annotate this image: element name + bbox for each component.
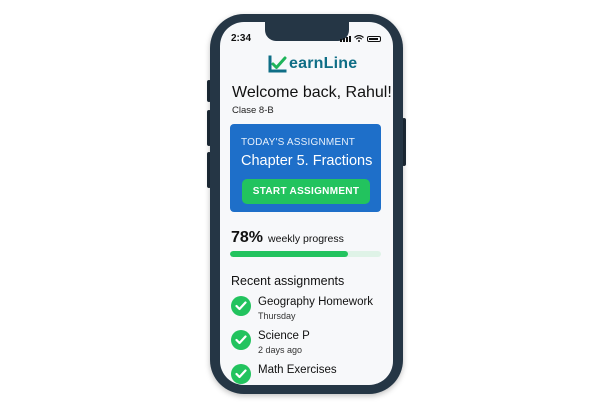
list-item[interactable]: Math Exercises (231, 362, 386, 385)
weekly-progress-row: 78% weekly progress (231, 229, 344, 247)
class-label: Clase 8-B (232, 105, 274, 116)
app-logo: earnLine (268, 54, 357, 74)
stage: 2:34 earnLine Welcome back, Rahul! Clase… (0, 0, 612, 408)
progress-percent: 78% (231, 229, 264, 246)
progress-bar-fill (230, 251, 348, 257)
assignment-title: Geography Homework (258, 296, 374, 308)
check-circle-icon (231, 296, 251, 316)
assignment-title: Science P (258, 330, 310, 342)
check-circle-icon (231, 364, 251, 384)
phone-notch (265, 22, 349, 41)
card-title: TODAY'S ASSIGNMENT (241, 137, 356, 148)
assignment-date: Thursday (258, 311, 296, 321)
wifi-icon (354, 35, 364, 42)
recent-assignments-heading: Recent assignments (231, 274, 345, 288)
progress-label: weekly progress (268, 233, 344, 245)
check-circle-icon (231, 330, 251, 350)
recent-assignments-list: Geography Homework Thursday Science P 2 … (231, 294, 386, 385)
signal-icon (340, 36, 351, 42)
check-l-icon (268, 55, 287, 73)
assignment-date: 2 days ago (258, 345, 303, 355)
assignment-chapter: Chapter 5. Fractions (241, 153, 373, 169)
welcome-heading: Welcome back, Rahul! (232, 84, 392, 101)
logo-text: earnLine (289, 55, 358, 72)
status-time: 2:34 (231, 33, 252, 44)
progress-bar (230, 251, 381, 257)
battery-icon (367, 36, 381, 42)
start-assignment-button[interactable]: START ASSIGNMENT (242, 179, 370, 204)
assignment-title: Math Exercises (258, 364, 337, 376)
status-icons (340, 35, 381, 42)
list-item[interactable]: Science P 2 days ago (231, 328, 386, 362)
todays-assignment-card: TODAY'S ASSIGNMENT Chapter 5. Fractions … (230, 124, 381, 212)
list-item[interactable]: Geography Homework Thursday (231, 294, 386, 328)
phone-screen: 2:34 earnLine Welcome back, Rahul! Clase… (220, 22, 393, 385)
